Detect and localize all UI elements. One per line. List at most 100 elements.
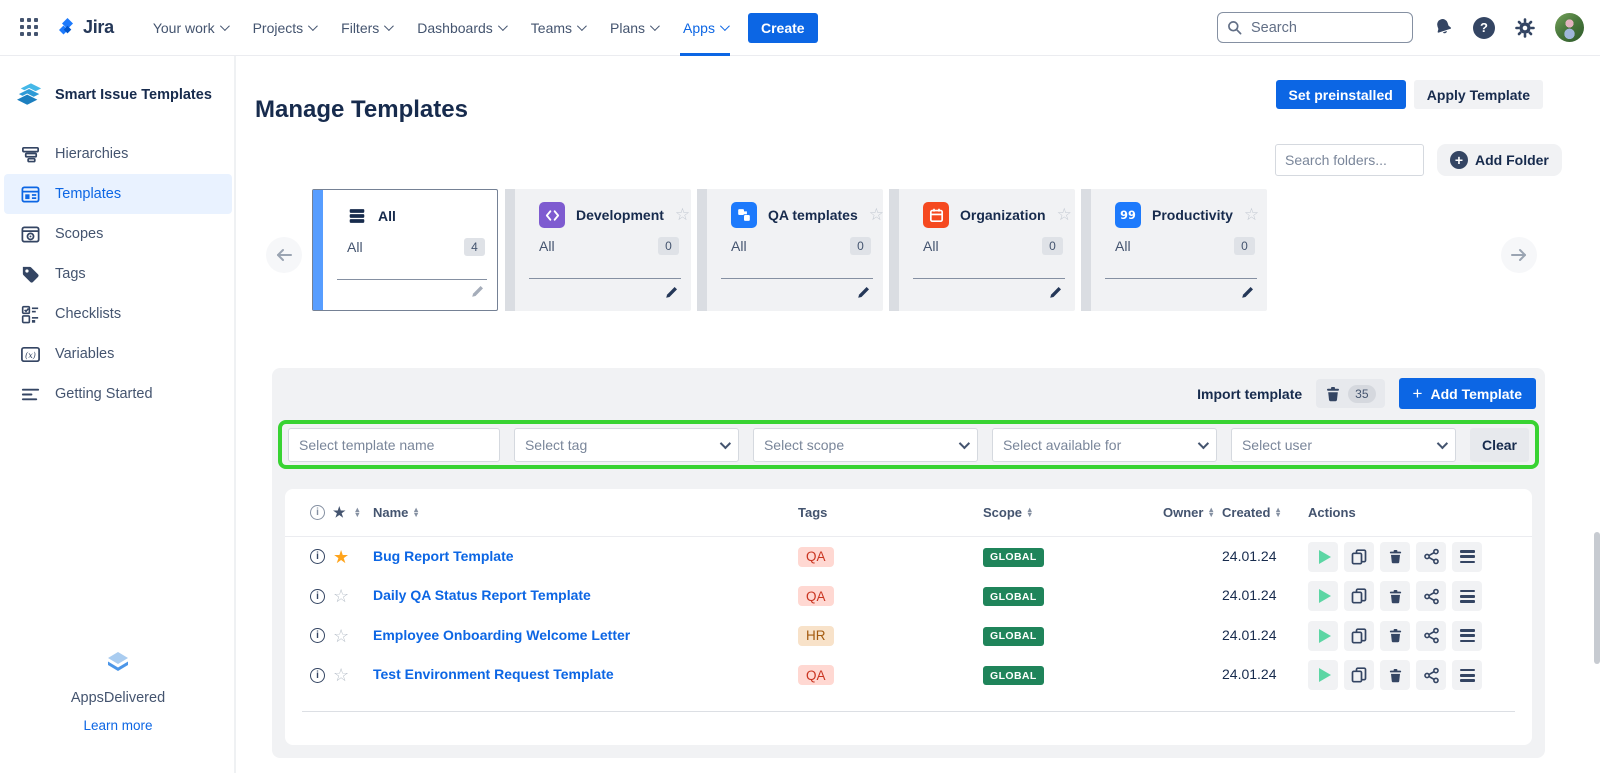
copy-template-button[interactable] [1344, 542, 1374, 572]
share-template-button[interactable] [1416, 542, 1446, 572]
delete-template-button[interactable] [1380, 621, 1410, 651]
learn-more-link[interactable]: Learn more [0, 718, 236, 733]
row-menu-button[interactable] [1452, 581, 1482, 611]
column-header-created[interactable]: Created ▲▼ [1222, 505, 1308, 520]
folder-count-badge: 0 [1234, 237, 1255, 255]
filter-select-scope[interactable]: Select scope [753, 428, 978, 462]
sidebar-item-getting-started[interactable]: Getting Started [4, 374, 232, 414]
nav-item-your-work[interactable]: Your work [140, 0, 240, 56]
sort-icon[interactable]: ▲▼ [354, 508, 361, 516]
column-header-owner[interactable]: Owner ▲▼ [1163, 505, 1222, 520]
template-name-link[interactable]: Daily QA Status Report Template [373, 587, 591, 603]
search-folders-input[interactable] [1275, 144, 1424, 176]
template-info-icon[interactable]: i [310, 549, 325, 564]
row-menu-button[interactable] [1452, 542, 1482, 572]
edit-folder-pencil-icon[interactable] [1241, 285, 1255, 304]
template-name-filter-input[interactable] [288, 428, 500, 462]
folder-card-all[interactable]: All ☆ All 4 [312, 189, 498, 311]
copy-template-button[interactable] [1344, 660, 1374, 690]
jira-logo[interactable]: Jira [56, 16, 114, 39]
app-switcher-icon[interactable] [18, 17, 40, 39]
apply-template-button[interactable]: Apply Template [1414, 80, 1543, 109]
set-preinstalled-button[interactable]: Set preinstalled [1276, 80, 1406, 109]
folder-card-qa-templates[interactable]: QA templates ☆ All 0 [697, 189, 883, 311]
user-avatar[interactable] [1555, 13, 1584, 42]
favorite-star-icon[interactable]: ☆ [333, 627, 349, 645]
created-date: 24.01.24 [1222, 666, 1277, 682]
share-template-button[interactable] [1416, 621, 1446, 651]
settings-gear-icon[interactable] [1512, 15, 1538, 41]
delete-template-button[interactable] [1380, 581, 1410, 611]
carousel-right-arrow[interactable] [1501, 237, 1537, 273]
row-menu-button[interactable] [1452, 621, 1482, 651]
page-scrollbar[interactable] [1594, 532, 1600, 664]
sidebar-item-checklists[interactable]: Checklists [4, 294, 232, 334]
template-name-link[interactable]: Employee Onboarding Welcome Letter [373, 627, 630, 643]
edit-folder-pencil-icon[interactable] [665, 285, 679, 304]
run-template-button[interactable] [1308, 660, 1338, 690]
nav-item-dashboards[interactable]: Dashboards [404, 0, 518, 56]
nav-item-projects[interactable]: Projects [240, 0, 329, 56]
nav-item-plans[interactable]: Plans [597, 0, 670, 56]
folder-star-icon[interactable]: ☆ [1057, 205, 1072, 225]
global-search[interactable] [1217, 12, 1413, 43]
sidebar-item-icon [19, 183, 42, 206]
edit-folder-pencil-icon[interactable] [857, 285, 871, 304]
filter-select-user[interactable]: Select user [1231, 428, 1456, 462]
trash-bin-button[interactable]: 35 [1316, 379, 1384, 408]
sidebar-item-hierarchies[interactable]: Hierarchies [4, 134, 232, 174]
add-folder-button[interactable]: + Add Folder [1437, 144, 1562, 176]
sidebar-item-variables[interactable]: (x) Variables [4, 334, 232, 374]
nav-item-filters[interactable]: Filters [328, 0, 404, 56]
appsdelivered-icon [105, 649, 131, 675]
sidebar-item-tags[interactable]: Tags [4, 254, 232, 294]
sidebar-item-scopes[interactable]: Scopes [4, 214, 232, 254]
nav-item-teams[interactable]: Teams [518, 0, 597, 56]
column-header-name[interactable]: Name ▲▼ [373, 505, 798, 520]
edit-folder-pencil-icon[interactable] [1049, 285, 1063, 304]
nav-item-apps[interactable]: Apps [670, 0, 740, 56]
run-template-button[interactable] [1308, 581, 1338, 611]
import-template-button[interactable]: Import template [1197, 386, 1302, 402]
share-template-button[interactable] [1416, 581, 1446, 611]
create-button[interactable]: Create [748, 13, 818, 43]
copy-template-button[interactable] [1344, 581, 1374, 611]
help-icon[interactable]: ? [1473, 17, 1495, 39]
template-name-link[interactable]: Bug Report Template [373, 548, 514, 564]
delete-template-button[interactable] [1380, 542, 1410, 572]
folder-card-organization[interactable]: Organization ☆ All 0 [889, 189, 1075, 311]
favorite-star-icon[interactable]: ★ [333, 548, 349, 566]
share-template-button[interactable] [1416, 660, 1446, 690]
folder-star-icon[interactable]: ☆ [1244, 205, 1259, 225]
favorite-star-icon[interactable]: ☆ [333, 666, 349, 684]
delete-template-button[interactable] [1380, 660, 1410, 690]
template-info-icon[interactable]: i [310, 628, 325, 643]
clear-filters-button[interactable]: Clear [1470, 428, 1529, 462]
template-info-icon[interactable]: i [310, 589, 325, 604]
row-actions [1308, 621, 1532, 651]
notifications-bell-icon[interactable] [1430, 15, 1456, 41]
created-date: 24.01.24 [1222, 587, 1277, 603]
template-info-icon[interactable]: i [310, 668, 325, 683]
folder-star-icon[interactable]: ☆ [675, 205, 690, 225]
folder-card-productivity[interactable]: 99 Productivity ☆ All 0 [1081, 189, 1267, 311]
template-name-link[interactable]: Test Environment Request Template [373, 666, 614, 682]
sidebar-item-templates[interactable]: Templates [4, 174, 232, 214]
sidebar-item-icon [19, 143, 42, 166]
filter-select-available-for[interactable]: Select available for [992, 428, 1217, 462]
run-template-button[interactable] [1308, 542, 1338, 572]
column-header-scope[interactable]: Scope ▲▼ [983, 505, 1163, 520]
add-template-button[interactable]: + Add Template [1399, 378, 1536, 409]
arrow-right-icon [1510, 248, 1528, 262]
favorite-star-icon[interactable]: ☆ [333, 587, 349, 605]
edit-folder-pencil-icon[interactable] [471, 284, 485, 303]
row-menu-button[interactable] [1452, 660, 1482, 690]
copy-template-button[interactable] [1344, 621, 1374, 651]
folder-star-icon[interactable]: ☆ [869, 205, 884, 225]
folder-card-development[interactable]: Development ☆ All 0 [505, 189, 691, 311]
run-template-button[interactable] [1308, 621, 1338, 651]
table-end-divider [302, 711, 1515, 712]
filter-select-tag[interactable]: Select tag [514, 428, 739, 462]
carousel-left-arrow[interactable] [266, 237, 302, 273]
search-input[interactable] [1249, 19, 1389, 37]
